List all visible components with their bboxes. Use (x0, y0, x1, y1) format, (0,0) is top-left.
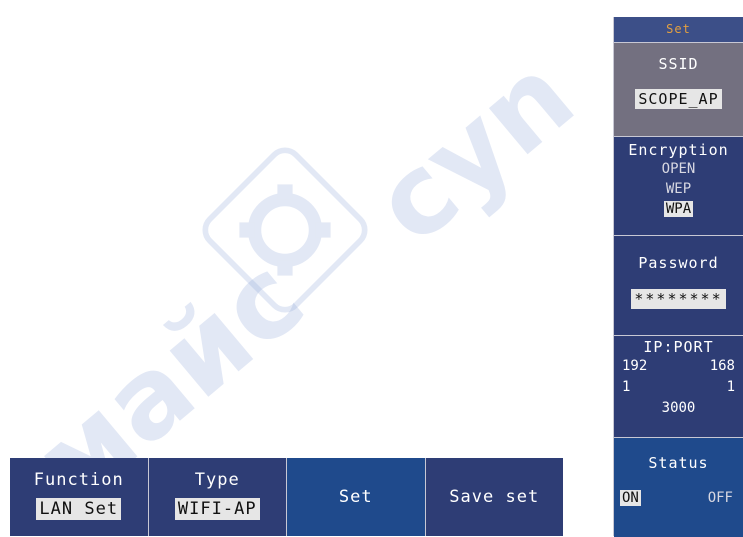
status-label: Status (648, 454, 709, 472)
port-row: 3000 (614, 398, 743, 419)
function-value: LAN Set (36, 498, 122, 520)
encryption-label: Encryption (628, 141, 729, 159)
ip-port-label: IP:PORT (643, 338, 714, 356)
status-on-option[interactable]: ON (620, 490, 641, 506)
encryption-option-wpa[interactable]: WPA (614, 199, 743, 219)
port-value[interactable]: 3000 (662, 398, 696, 419)
menu-title: Set (614, 17, 743, 43)
ssid-label: SSID (658, 55, 699, 73)
set-side-menu: Set SSID SCOPE_AP Encryption OPEN WEP WP… (613, 17, 743, 537)
status-menu-item[interactable]: Status ON OFF (614, 438, 743, 537)
save-set-button[interactable]: Save set (425, 458, 563, 536)
ip-row-1: 192 168 (614, 356, 743, 377)
function-button[interactable]: Function LAN Set (10, 458, 149, 536)
watermark-text-right: cyn (350, 31, 598, 269)
ip-octet-3[interactable]: 1 (622, 377, 630, 398)
watermark: майс cyn (0, 0, 600, 528)
ip-octet-1[interactable]: 192 (622, 356, 647, 377)
ip-octet-4[interactable]: 1 (727, 377, 735, 398)
function-label: Function (33, 470, 124, 490)
save-set-label: Save set (449, 487, 540, 507)
status-off-option[interactable]: OFF (708, 490, 733, 506)
encryption-option-wep[interactable]: WEP (614, 179, 743, 199)
password-field[interactable]: ******** (631, 289, 726, 309)
type-value: WIFI-AP (174, 498, 260, 520)
encryption-option-open[interactable]: OPEN (614, 159, 743, 179)
ip-port-menu-item[interactable]: IP:PORT 192 168 1 1 3000 (614, 336, 743, 438)
password-menu-item[interactable]: Password ******** (614, 236, 743, 336)
ssid-value-field[interactable]: SCOPE_AP (635, 89, 722, 109)
set-label: Set (338, 487, 373, 507)
encryption-menu-item[interactable]: Encryption OPEN WEP WPA (614, 137, 743, 236)
bottom-menu-bar: Function LAN Set Type WIFI-AP Set Save s… (10, 458, 563, 536)
ip-octet-2[interactable]: 168 (710, 356, 735, 377)
ssid-menu-item[interactable]: SSID SCOPE_AP (614, 43, 743, 137)
set-button[interactable]: Set (287, 458, 426, 536)
type-button[interactable]: Type WIFI-AP (148, 458, 287, 536)
password-label: Password (638, 254, 719, 272)
watermark-logo-icon (202, 147, 368, 313)
status-toggle[interactable]: ON OFF (614, 490, 743, 506)
type-label: Type (194, 470, 240, 490)
ip-row-2: 1 1 (614, 377, 743, 398)
